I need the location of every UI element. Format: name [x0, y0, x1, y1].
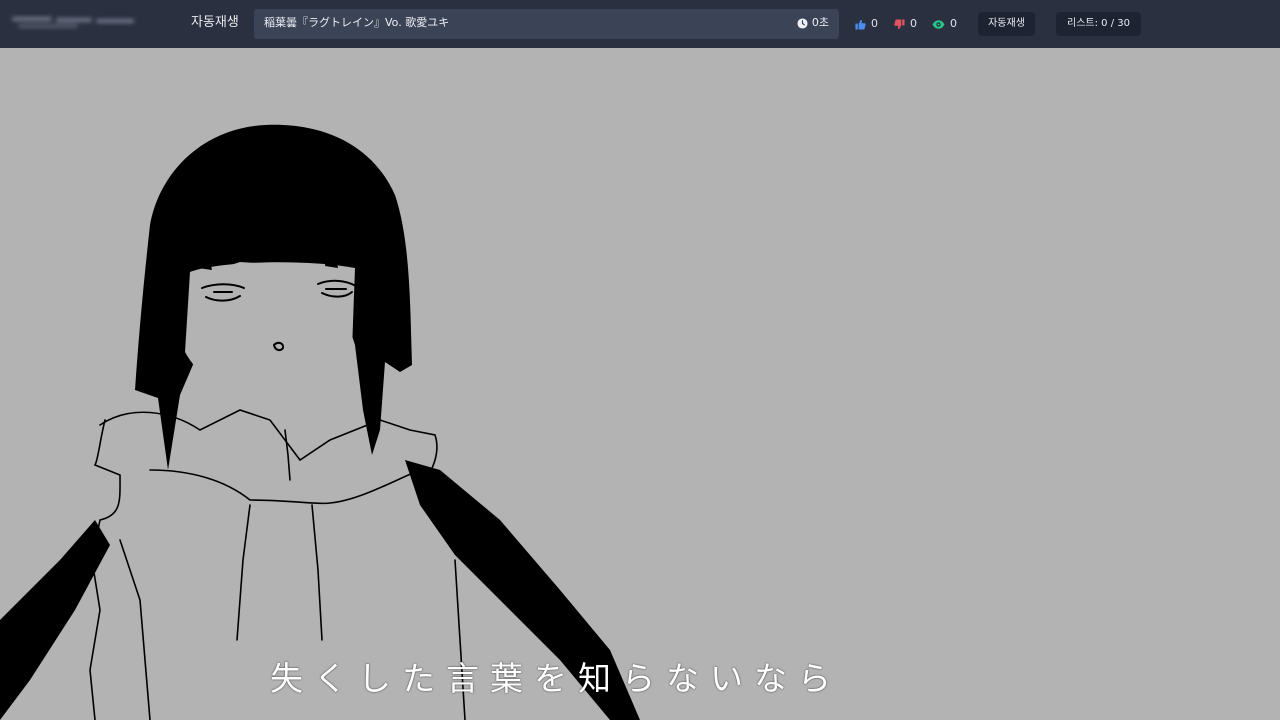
- autoplay-label[interactable]: 자동재생: [191, 15, 239, 31]
- dislike-count: 0: [910, 17, 917, 30]
- thumbs-down-icon: [894, 18, 905, 29]
- duration-text: 0초: [811, 16, 829, 29]
- subtitle-text: 失くした言葉を知らないなら: [270, 659, 842, 698]
- duration-display: 0초: [797, 16, 829, 30]
- video-title: 稲葉曇『ラグトレイン』Vo. 歌愛ユキ: [264, 16, 450, 29]
- video-title-bar: 稲葉曇『ラグトレイン』Vo. 歌愛ユキ 0초: [254, 9, 839, 39]
- top-bar: 자동재생 稲葉曇『ラグトレイン』Vo. 歌愛ユキ 0초 0 0 0 자동재생 리…: [0, 0, 1280, 48]
- like-stat[interactable]: 0: [855, 17, 878, 31]
- clock-icon: [797, 17, 808, 29]
- like-count: 0: [871, 17, 878, 30]
- site-logo[interactable]: [12, 14, 137, 32]
- thumbs-up-icon: [855, 19, 866, 30]
- views-stat: 0: [932, 17, 957, 31]
- video-frame[interactable]: [0, 48, 1280, 720]
- playlist-counter-button[interactable]: 리스트: 0 / 30: [1056, 12, 1141, 36]
- autoplay-button[interactable]: 자동재생: [978, 12, 1035, 36]
- dislike-stat[interactable]: 0: [894, 17, 917, 31]
- views-count: 0: [950, 17, 957, 30]
- eye-icon: [932, 19, 945, 29]
